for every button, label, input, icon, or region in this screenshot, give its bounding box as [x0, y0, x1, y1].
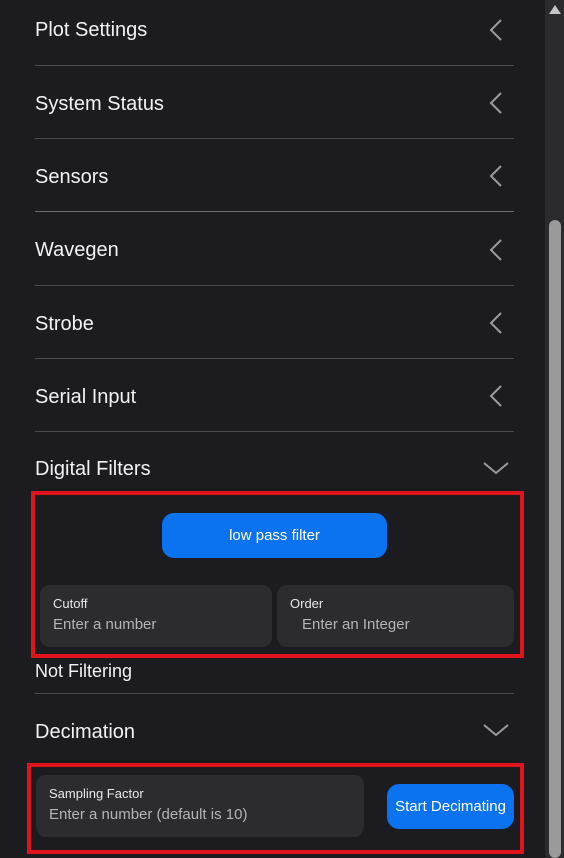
section-title: Digital Filters	[35, 458, 151, 480]
filter-status-text: Not Filtering	[35, 661, 133, 681]
section-title: Sensors	[35, 166, 109, 188]
order-label: Order	[290, 596, 324, 611]
section-strobe[interactable]: Strobe	[35, 286, 514, 359]
section-title: Plot Settings	[35, 19, 148, 41]
sampling-factor-label: Sampling Factor	[49, 786, 144, 801]
chevron-down-icon[interactable]	[482, 454, 510, 482]
chevron-left-icon[interactable]	[483, 162, 511, 190]
filter-status-row: Not Filtering	[35, 658, 514, 694]
scrollbar[interactable]	[545, 0, 564, 858]
sampling-factor-input[interactable]	[49, 806, 351, 823]
section-digital-filters[interactable]: Digital Filters	[35, 432, 514, 492]
order-input[interactable]	[302, 616, 502, 633]
start-decimating-button[interactable]: Start Decimating	[387, 784, 514, 829]
section-title: Wavegen	[35, 239, 119, 261]
settings-panel: Plot Settings System Status Sensors Wave…	[0, 0, 544, 858]
section-title: System Status	[35, 93, 164, 115]
scrollbar-thumb[interactable]	[549, 220, 561, 858]
chevron-left-icon[interactable]	[483, 309, 511, 337]
cutoff-label: Cutoff	[53, 596, 88, 611]
low-pass-filter-button[interactable]: low pass filter	[162, 513, 387, 558]
section-title: Serial Input	[35, 386, 137, 408]
chevron-left-icon[interactable]	[483, 16, 511, 44]
section-system-status[interactable]: System Status	[35, 66, 514, 139]
section-wavegen[interactable]: Wavegen	[35, 212, 514, 286]
chevron-left-icon[interactable]	[483, 236, 511, 264]
chevron-left-icon[interactable]	[483, 382, 511, 410]
chevron-down-icon[interactable]	[482, 716, 510, 744]
section-sensors[interactable]: Sensors	[35, 139, 514, 212]
cutoff-input[interactable]	[53, 616, 259, 633]
section-plot-settings[interactable]: Plot Settings	[35, 0, 514, 66]
sampling-factor-field[interactable]: Sampling Factor	[36, 775, 364, 837]
scroll-up-arrow-icon[interactable]	[549, 5, 561, 14]
section-decimation[interactable]: Decimation	[35, 694, 514, 764]
order-field[interactable]: Order	[277, 585, 514, 647]
chevron-left-icon[interactable]	[483, 89, 511, 117]
section-title: Strobe	[35, 313, 94, 335]
section-title: Decimation	[35, 721, 136, 743]
section-serial-input[interactable]: Serial Input	[35, 359, 514, 432]
cutoff-field[interactable]: Cutoff	[40, 585, 272, 647]
